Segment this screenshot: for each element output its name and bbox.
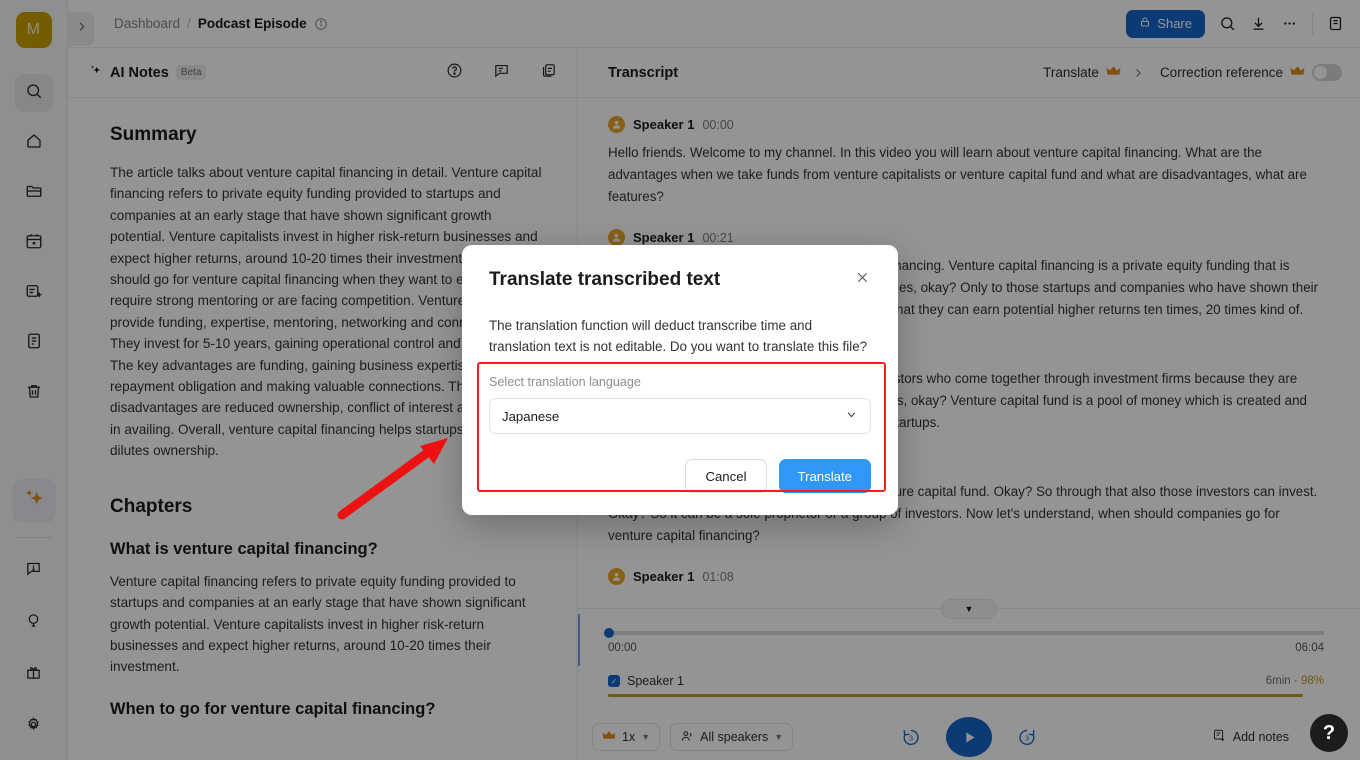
app-root: M	[0, 0, 1360, 760]
close-icon[interactable]	[854, 269, 871, 289]
cancel-button[interactable]: Cancel	[685, 459, 766, 493]
selected-language-value: Japanese	[502, 409, 559, 424]
dialog-title: Translate transcribed text	[489, 269, 720, 291]
red-pointer-arrow	[330, 430, 460, 525]
dialog-header: Translate transcribed text	[489, 269, 871, 291]
chevron-down-icon	[845, 408, 858, 424]
translate-confirm-button[interactable]: Translate	[779, 459, 871, 493]
dialog-actions: Cancel Translate	[685, 459, 871, 493]
translate-dialog: Translate transcribed text The translati…	[462, 245, 898, 515]
help-floating-button[interactable]: ?	[1310, 714, 1348, 752]
dialog-description: The translation function will deduct tra…	[489, 315, 871, 357]
language-select[interactable]: Japanese	[489, 398, 871, 434]
select-language-label: Select translation language	[489, 375, 871, 389]
